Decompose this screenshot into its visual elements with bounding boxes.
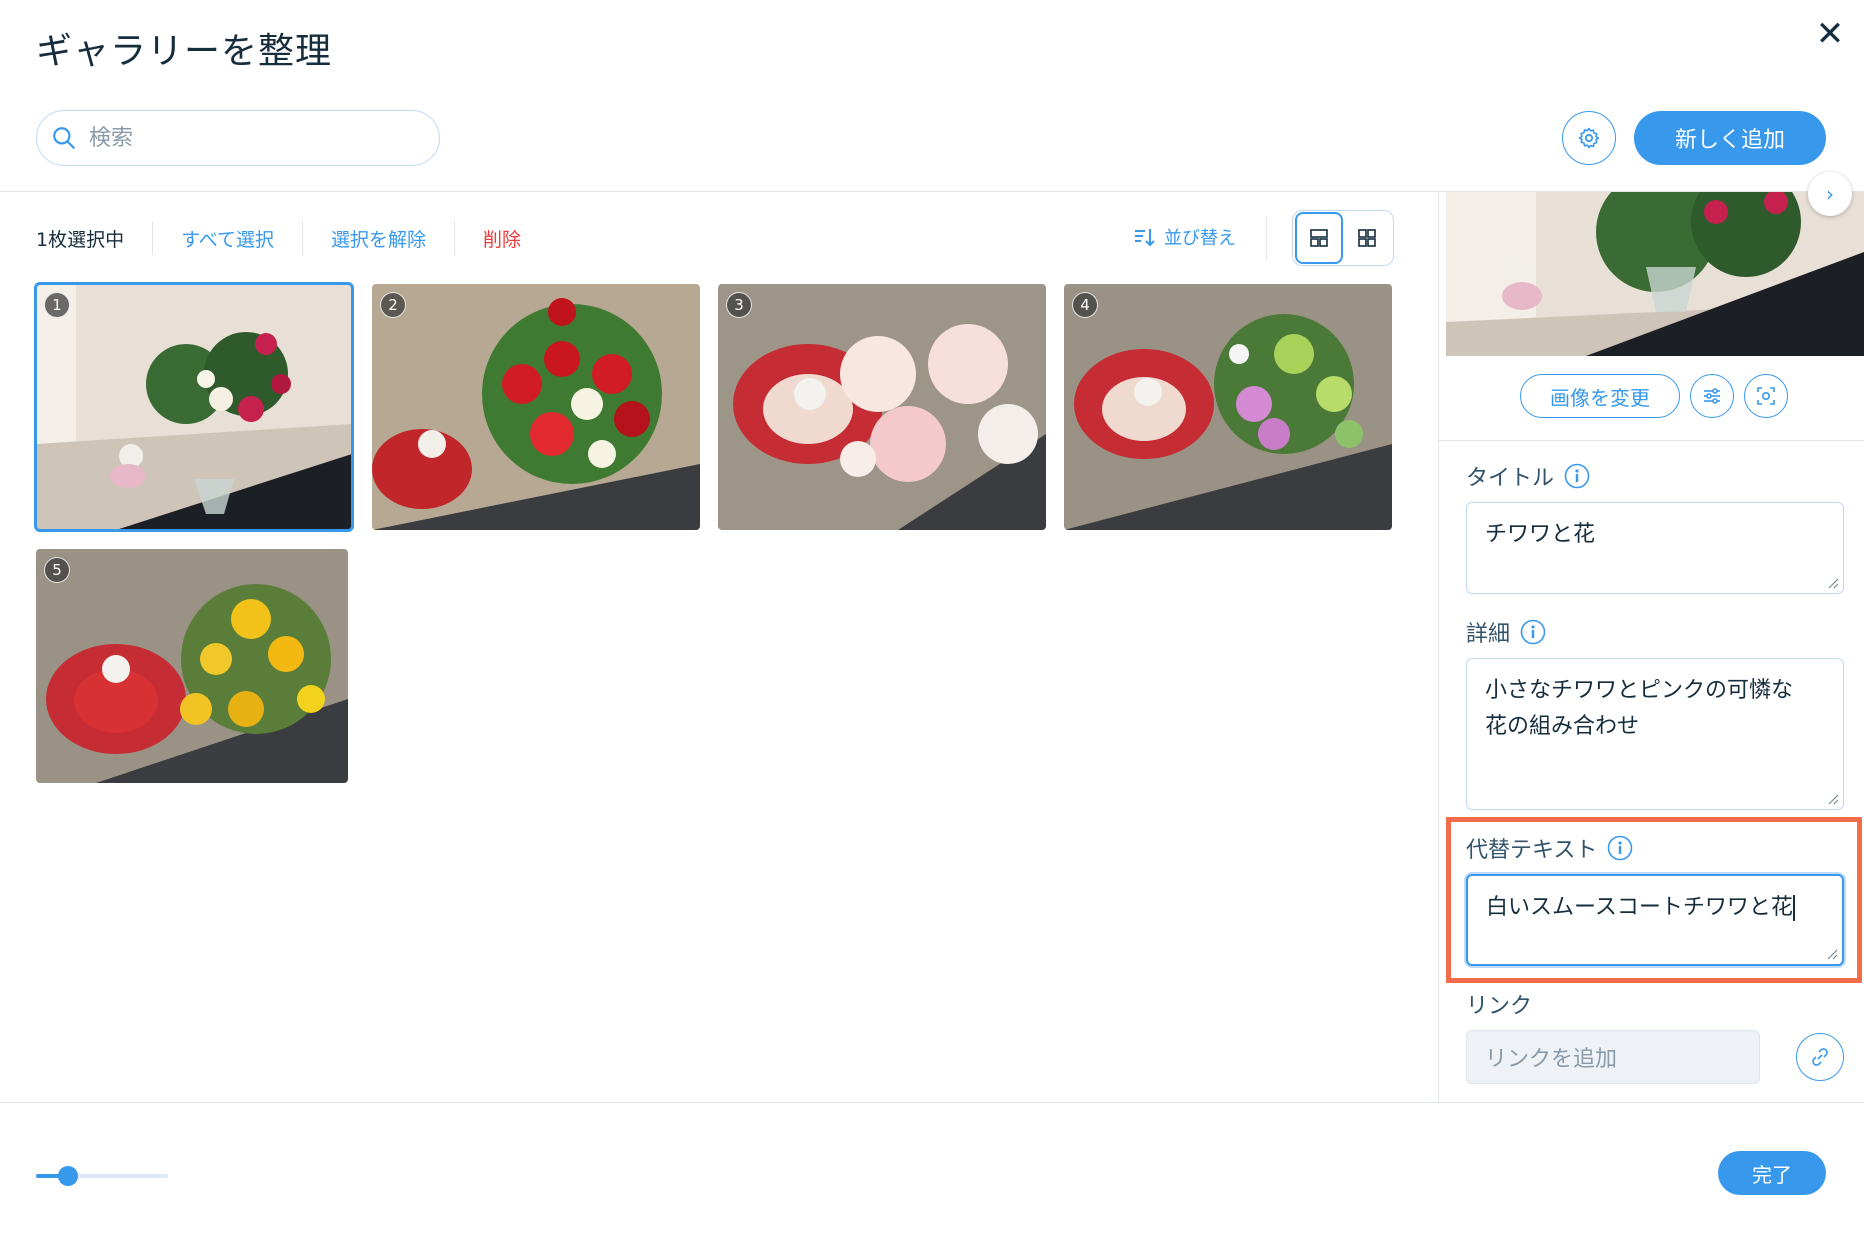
close-icon[interactable]: ✕	[1810, 14, 1850, 54]
gallery-thumbnail[interactable]: 1	[34, 282, 354, 532]
thumbnail-number: 3	[726, 292, 752, 318]
sort-icon	[1135, 229, 1155, 247]
section-divider	[1438, 440, 1864, 441]
layout-toggle	[1292, 210, 1394, 266]
info-icon[interactable]	[1564, 463, 1590, 489]
delete-link[interactable]: 削除	[483, 225, 521, 252]
sort-button[interactable]: 並び替え	[1132, 224, 1236, 250]
panel-divider	[1438, 192, 1439, 1102]
search-icon	[53, 127, 75, 149]
toolbar-separator	[152, 221, 154, 255]
alt-text-label: 代替テキスト	[1466, 832, 1633, 864]
add-new-button[interactable]: 新しく追加	[1634, 111, 1826, 165]
description-line: 小さなチワワとピンクの可憐な	[1485, 678, 1794, 703]
info-icon[interactable]	[1520, 619, 1546, 645]
link-input[interactable]: リンクを追加	[1466, 1030, 1760, 1084]
photo-sunflowers	[36, 549, 348, 783]
toolbar-separator	[454, 221, 456, 255]
toolbar-separator	[302, 221, 304, 255]
sort-label: 並び替え	[1164, 228, 1236, 249]
title-field[interactable]: チワワと花	[1466, 502, 1844, 594]
description-field[interactable]: 小さなチワワとピンクの可憐な 花の組み合わせ	[1466, 658, 1844, 810]
photo-chihuahua-flowers	[36, 284, 352, 530]
gallery-thumbnail[interactable]: 2	[372, 284, 700, 530]
settings-button[interactable]	[1562, 111, 1616, 165]
gallery-thumbnail[interactable]: 4	[1064, 284, 1392, 530]
alt-text-value: 白いスムースコートチワワと花	[1486, 895, 1793, 920]
deselect-link[interactable]: 選択を解除	[331, 225, 426, 252]
link-button[interactable]	[1796, 1033, 1844, 1081]
layout-masonry-icon	[1310, 229, 1328, 247]
thumbnail-number: 4	[1072, 292, 1098, 318]
photo-preview	[1446, 192, 1864, 356]
title-value: チワワと花	[1485, 522, 1596, 547]
layout-grid-button[interactable]	[1343, 212, 1391, 264]
resize-handle-icon[interactable]	[1827, 577, 1839, 589]
title-label: タイトル	[1466, 460, 1590, 492]
layout-masonry-button[interactable]	[1295, 212, 1343, 264]
footer-divider	[0, 1102, 1864, 1103]
description-label-text: 詳細	[1466, 622, 1511, 647]
gallery-thumbnail[interactable]: 3	[718, 284, 1046, 530]
focal-point-button[interactable]	[1744, 374, 1788, 418]
alt-text-field[interactable]: 白いスムースコートチワワと花	[1466, 874, 1844, 966]
thumbnail-number: 2	[380, 292, 406, 318]
zoom-slider-handle[interactable]	[58, 1166, 78, 1186]
resize-handle-icon[interactable]	[1826, 948, 1838, 960]
selection-toolbar: 1枚選択中 すべて選択 選択を解除 削除	[36, 220, 521, 256]
chevron-right-icon[interactable]: ›	[1808, 172, 1852, 216]
view-separator	[1266, 216, 1267, 260]
change-image-button[interactable]: 画像を変更	[1520, 374, 1680, 418]
focal-point-icon	[1757, 387, 1775, 405]
adjust-icon	[1704, 388, 1720, 404]
page-title: ギャラリーを整理	[36, 31, 333, 72]
photo-green-chrysanthemums	[1064, 284, 1392, 530]
photo-red-roses	[372, 284, 700, 530]
alt-text-label-text: 代替テキスト	[1466, 838, 1598, 863]
text-cursor	[1792, 895, 1795, 921]
image-preview	[1446, 192, 1864, 356]
done-button[interactable]: 完了	[1718, 1151, 1826, 1195]
info-icon[interactable]	[1607, 835, 1633, 861]
adjust-button[interactable]	[1690, 374, 1734, 418]
search-box[interactable]	[36, 110, 440, 166]
link-icon	[1812, 1048, 1828, 1066]
resize-handle-icon[interactable]	[1827, 793, 1839, 805]
selected-count: 1枚選択中	[36, 228, 125, 251]
gallery-thumbnail[interactable]: 5	[36, 549, 348, 783]
gear-icon	[1578, 127, 1600, 149]
description-line: 花の組み合わせ	[1485, 714, 1640, 739]
select-all-link[interactable]: すべて選択	[181, 225, 274, 252]
title-label-text: タイトル	[1466, 466, 1555, 491]
search-input[interactable]	[89, 125, 409, 151]
link-label: リンク	[1466, 994, 1533, 1019]
thumbnail-number: 5	[44, 557, 70, 583]
layout-grid-icon	[1358, 229, 1376, 247]
photo-pink-peonies	[718, 284, 1046, 530]
thumbnail-number: 1	[44, 292, 70, 318]
description-label: 詳細	[1466, 616, 1546, 648]
